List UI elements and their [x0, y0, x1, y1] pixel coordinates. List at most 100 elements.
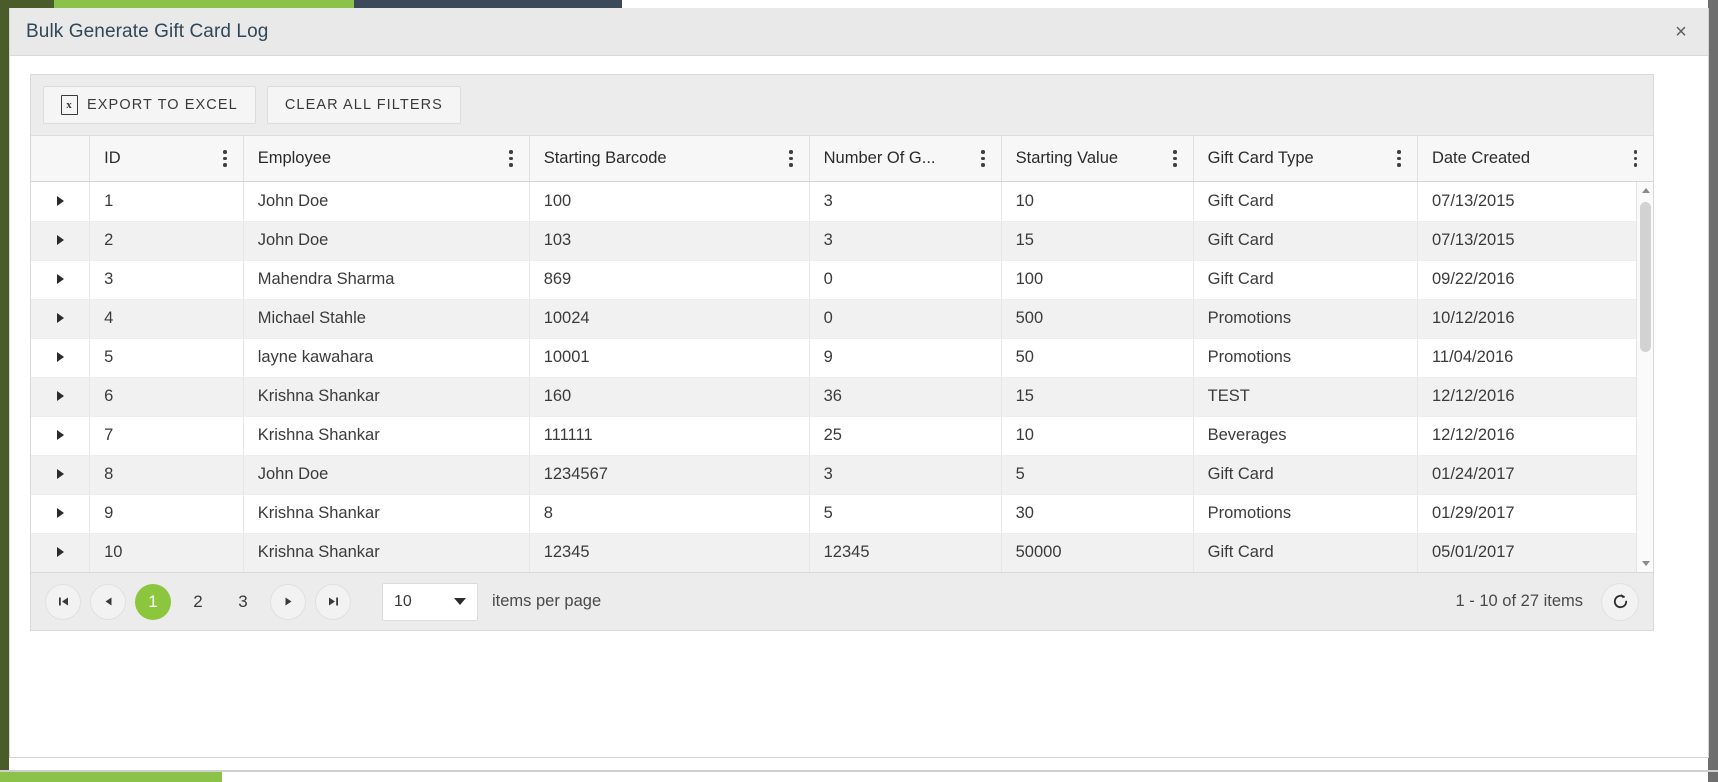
- cell-gift_card_type: TEST: [1193, 377, 1418, 417]
- cell-number_of_g: 3: [809, 455, 1002, 495]
- column-menu-icon[interactable]: [1171, 146, 1179, 171]
- next-page-icon: [285, 597, 291, 606]
- table-row[interactable]: 3 Mahendra Sharma 869 0 100 Gift Card 09/22/20…: [31, 260, 1653, 300]
- column-header-number_of_g[interactable]: Number Of G...: [809, 136, 1002, 181]
- scroll-down-arrow-icon[interactable]: [1637, 555, 1653, 572]
- top-accent-bar-green: [54, 0, 354, 8]
- row-expand-toggle[interactable]: [31, 299, 91, 339]
- table-row[interactable]: 1 John Doe 100 3 10 Gift Card 07/13/2015: [31, 182, 1653, 222]
- column-header-starting_barcode[interactable]: Starting Barcode: [529, 136, 810, 181]
- pager-last-button[interactable]: [315, 583, 351, 620]
- pager-first-button[interactable]: [45, 583, 81, 620]
- column-menu-icon[interactable]: [787, 146, 795, 171]
- pager-prev-button[interactable]: [90, 583, 126, 620]
- column-menu-icon[interactable]: [221, 146, 229, 171]
- cell-employee: John Doe: [243, 455, 530, 495]
- column-header-label: Date Created: [1431, 149, 1531, 167]
- table-row[interactable]: 7 Krishna Shankar 111111 25 10 Beverages 12/12…: [31, 416, 1653, 456]
- cell-gift_card_type: Promotions: [1193, 494, 1418, 534]
- table-row[interactable]: 5 layne kawahara 10001 9 50 Promotions 11/04/2…: [31, 338, 1653, 378]
- pager-info-text: 1 - 10 of 27 items: [1455, 592, 1583, 610]
- cell-number_of_g: 9: [809, 338, 1002, 378]
- column-header-expand: [31, 136, 91, 181]
- grid-toolbar: x EXPORT TO EXCEL CLEAR ALL FILTERS: [31, 75, 1653, 136]
- cell-starting_value: 15: [1001, 377, 1194, 417]
- expand-arrow-icon: [56, 195, 64, 206]
- column-menu-icon[interactable]: [1395, 146, 1403, 171]
- row-expand-toggle[interactable]: [31, 416, 91, 456]
- row-expand-toggle[interactable]: [31, 338, 91, 378]
- expand-arrow-icon: [56, 235, 64, 245]
- column-header-label: Gift Card Type: [1207, 149, 1314, 167]
- clear-all-filters-button[interactable]: CLEAR ALL FILTERS: [266, 86, 461, 124]
- grid-rows: 1 John Doe 100 3 10 Gift Card 07/13/2015 2 John …: [31, 182, 1653, 572]
- cell-number_of_g: 5: [809, 494, 1002, 534]
- cell-number_of_g: 25: [809, 416, 1002, 456]
- scrollbar-thumb[interactable]: [1640, 202, 1651, 352]
- cell-id: 6: [89, 377, 244, 417]
- grid-body-scroll-area: 1 John Doe 100 3 10 Gift Card 07/13/2015 2 John …: [31, 182, 1653, 572]
- column-header-gift_card_type[interactable]: Gift Card Type: [1193, 136, 1418, 181]
- cell-starting_barcode: 12345: [529, 533, 810, 572]
- scroll-up-arrow-icon[interactable]: [1637, 182, 1653, 199]
- cell-starting_barcode: 8: [529, 494, 810, 534]
- bottom-divider: [0, 770, 1718, 772]
- close-icon[interactable]: ×: [1668, 19, 1694, 45]
- export-to-excel-button[interactable]: x EXPORT TO EXCEL: [43, 86, 256, 124]
- row-expand-toggle[interactable]: [31, 494, 91, 534]
- row-expand-toggle[interactable]: [31, 377, 91, 417]
- expand-arrow-icon: [56, 547, 64, 557]
- cell-starting_value: 10: [1001, 182, 1194, 222]
- table-row[interactable]: 10 Krishna Shankar 12345 12345 50000 Gift Car…: [31, 533, 1653, 572]
- row-expand-toggle[interactable]: [31, 221, 91, 261]
- column-menu-icon[interactable]: [979, 146, 987, 171]
- pager-page-3[interactable]: 3: [225, 584, 261, 620]
- column-menu-icon[interactable]: [507, 146, 515, 171]
- cell-gift_card_type: Promotions: [1193, 299, 1418, 339]
- table-row[interactable]: 8 John Doe 1234567 3 5 Gift Card 01/24/2017: [31, 455, 1653, 495]
- cell-employee: Krishna Shankar: [243, 533, 530, 572]
- cell-starting_barcode: 103: [529, 221, 810, 261]
- column-header-starting_value[interactable]: Starting Value: [1001, 136, 1194, 181]
- pager-page-1[interactable]: 1: [135, 583, 171, 620]
- dialog-title: Bulk Generate Gift Card Log: [26, 20, 269, 42]
- refresh-button[interactable]: [1601, 582, 1639, 621]
- cell-id: 7: [89, 416, 244, 456]
- cell-id: 5: [89, 338, 244, 378]
- expand-arrow-icon: [56, 313, 64, 323]
- table-row[interactable]: 9 Krishna Shankar 8 5 30 Promotions 01/29/2017: [31, 494, 1653, 534]
- column-menu-icon[interactable]: [1632, 146, 1640, 171]
- row-expand-toggle[interactable]: [31, 533, 91, 572]
- cell-employee: Michael Stahle: [243, 299, 530, 339]
- table-row[interactable]: 4 Michael Stahle 10024 0 500 Promotions 10/12/…: [31, 299, 1653, 339]
- page-size-select[interactable]: 10: [382, 582, 478, 621]
- grid-header-row: ID Employee Starting Barcode Number Of G...…: [31, 136, 1653, 181]
- cell-date_created: 07/13/2015: [1417, 182, 1653, 222]
- column-header-date_created[interactable]: Date Created: [1417, 136, 1653, 181]
- table-row[interactable]: 6 Krishna Shankar 160 36 15 TEST 12/12/2016: [31, 377, 1653, 417]
- table-row[interactable]: 2 John Doe 103 3 15 Gift Card 07/13/2015: [31, 221, 1653, 261]
- cell-gift_card_type: Beverages: [1193, 416, 1418, 456]
- cell-number_of_g: 36: [809, 377, 1002, 417]
- expand-arrow-icon: [56, 430, 64, 440]
- cell-id: 3: [89, 260, 244, 300]
- pager-next-button[interactable]: [270, 583, 306, 620]
- row-expand-toggle[interactable]: [31, 455, 91, 495]
- expand-arrow-icon: [56, 391, 64, 401]
- cell-starting_barcode: 869: [529, 260, 810, 300]
- items-per-page-label: items per page: [492, 592, 602, 610]
- row-expand-toggle[interactable]: [31, 182, 91, 222]
- column-header-employee[interactable]: Employee: [243, 136, 530, 181]
- grid-pager: 1 2 3 10 items per page 1 - 10 of 27 ite…: [31, 572, 1653, 630]
- column-header-label: Number Of G...: [823, 149, 936, 167]
- cell-date_created: 01/24/2017: [1417, 455, 1653, 495]
- grid-vertical-scrollbar[interactable]: [1636, 182, 1653, 572]
- column-header-label: Employee: [257, 149, 332, 167]
- cell-starting_barcode: 111111: [529, 416, 810, 456]
- row-expand-toggle[interactable]: [31, 260, 91, 300]
- cell-starting_value: 15: [1001, 221, 1194, 261]
- column-header-id[interactable]: ID: [89, 136, 244, 181]
- left-edge-strip: [0, 0, 9, 782]
- pager-page-2[interactable]: 2: [180, 584, 216, 620]
- cell-employee: Krishna Shankar: [243, 494, 530, 534]
